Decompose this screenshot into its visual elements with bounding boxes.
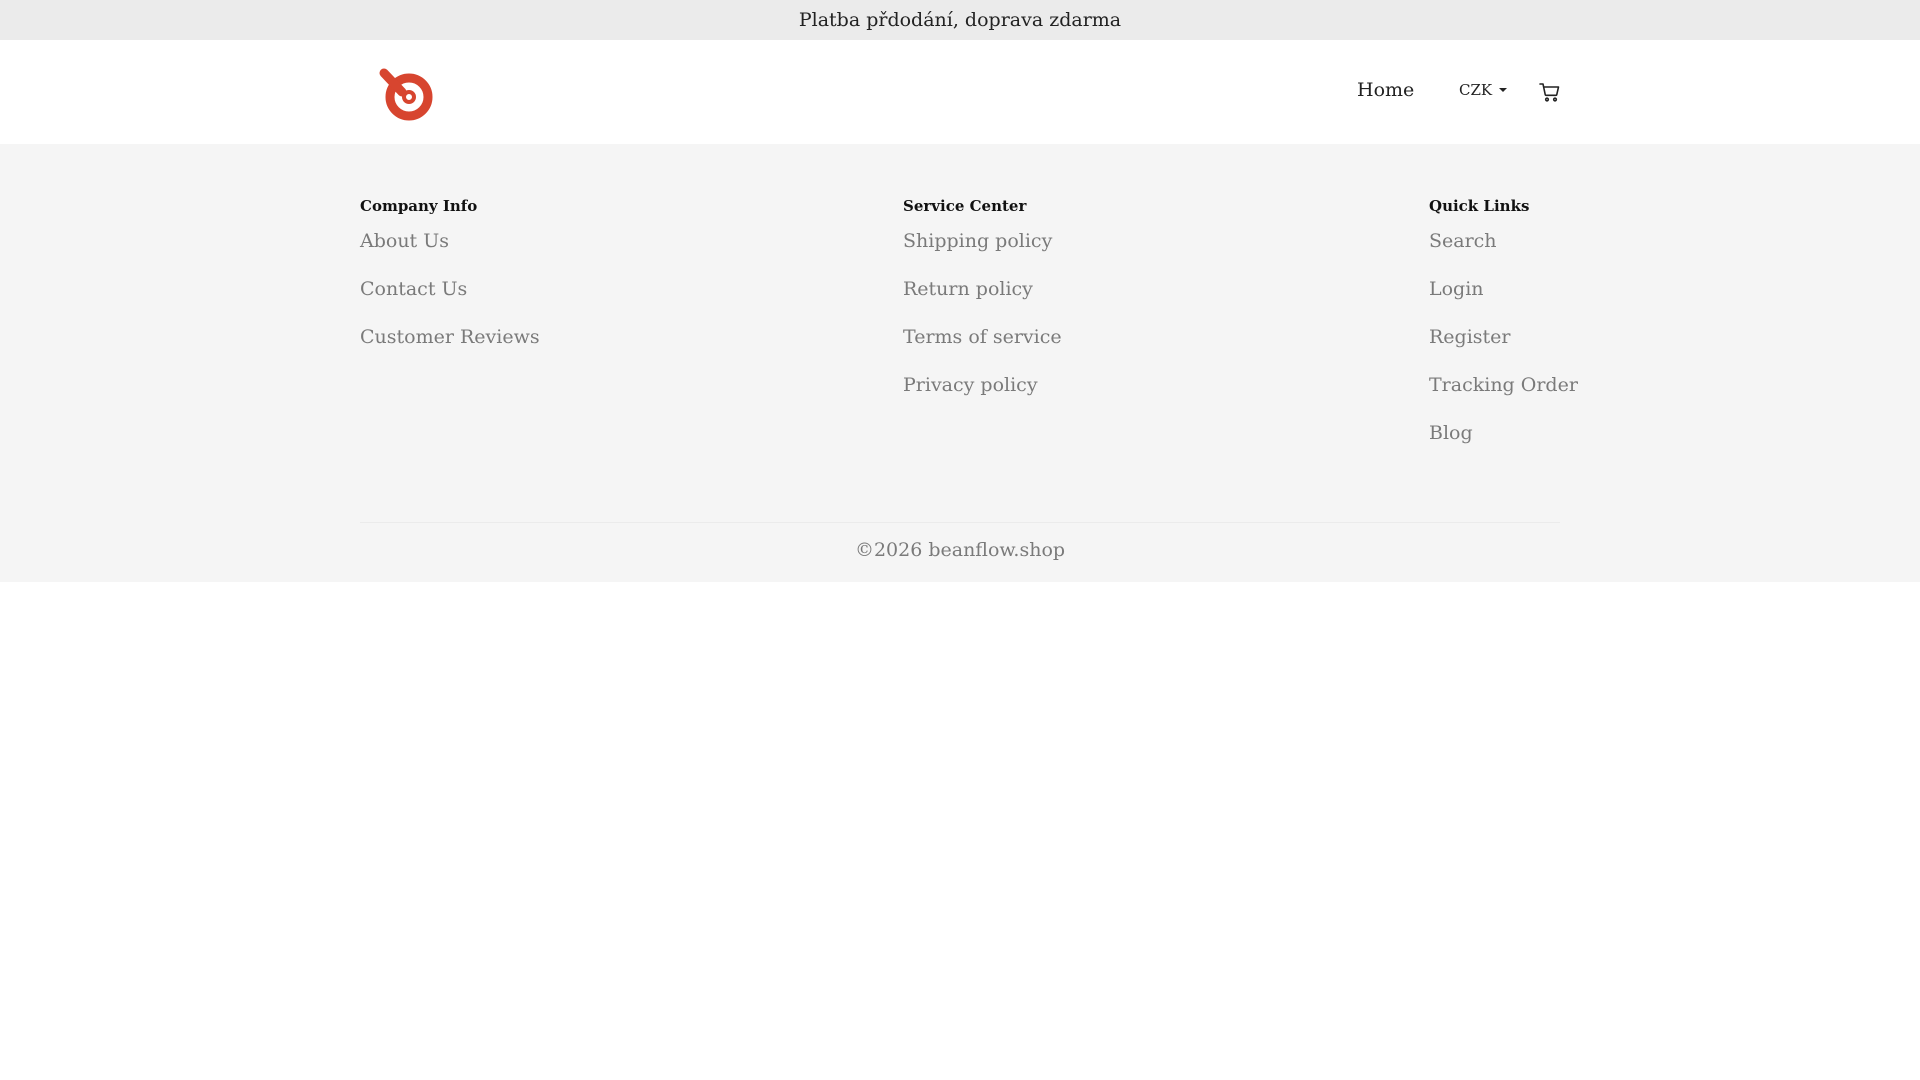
footer-link-contact-us[interactable]: Contact Us (360, 277, 540, 301)
footer-link-register[interactable]: Register (1429, 325, 1578, 349)
announcement-bar: Platba přdodání, doprava zdarma (0, 0, 1920, 40)
currency-label: CZK (1459, 81, 1493, 99)
footer-column-quick-links: Quick Links Search Login Register Tracki… (1429, 196, 1578, 469)
brand-logo-icon[interactable] (376, 64, 436, 126)
site-header: Home CZK (0, 40, 1920, 144)
announcement-text: Platba přdodání, doprava zdarma (798, 9, 1122, 31)
nav-home-link[interactable]: Home (1357, 78, 1414, 102)
footer-column-title: Company Info (360, 197, 478, 215)
cart-icon[interactable] (1538, 80, 1562, 104)
footer-link-tracking-order[interactable]: Tracking Order (1429, 373, 1578, 397)
footer-column-service-center: Service Center Shipping policy Return po… (903, 196, 1062, 421)
footer-divider (360, 522, 1560, 523)
caret-down-icon (1499, 88, 1508, 92)
footer-link-search[interactable]: Search (1429, 229, 1578, 253)
footer-link-privacy-policy[interactable]: Privacy policy (903, 373, 1062, 397)
footer-column-company-info: Company Info About Us Contact Us Custome… (360, 196, 540, 373)
currency-selector[interactable]: CZK (1459, 80, 1508, 100)
copyright-text: ©2026 beanflow.shop (854, 539, 1066, 561)
footer-link-login[interactable]: Login (1429, 277, 1578, 301)
footer-link-blog[interactable]: Blog (1429, 421, 1578, 445)
footer-link-shipping-policy[interactable]: Shipping policy (903, 229, 1062, 253)
footer-link-return-policy[interactable]: Return policy (903, 277, 1062, 301)
footer-link-terms-of-service[interactable]: Terms of service (903, 325, 1062, 349)
site-footer: Company Info About Us Contact Us Custome… (0, 144, 1920, 582)
footer-column-title: Service Center (903, 197, 1027, 215)
footer-link-customer-reviews[interactable]: Customer Reviews (360, 325, 540, 349)
footer-link-about-us[interactable]: About Us (360, 229, 540, 253)
footer-column-title: Quick Links (1429, 197, 1530, 215)
